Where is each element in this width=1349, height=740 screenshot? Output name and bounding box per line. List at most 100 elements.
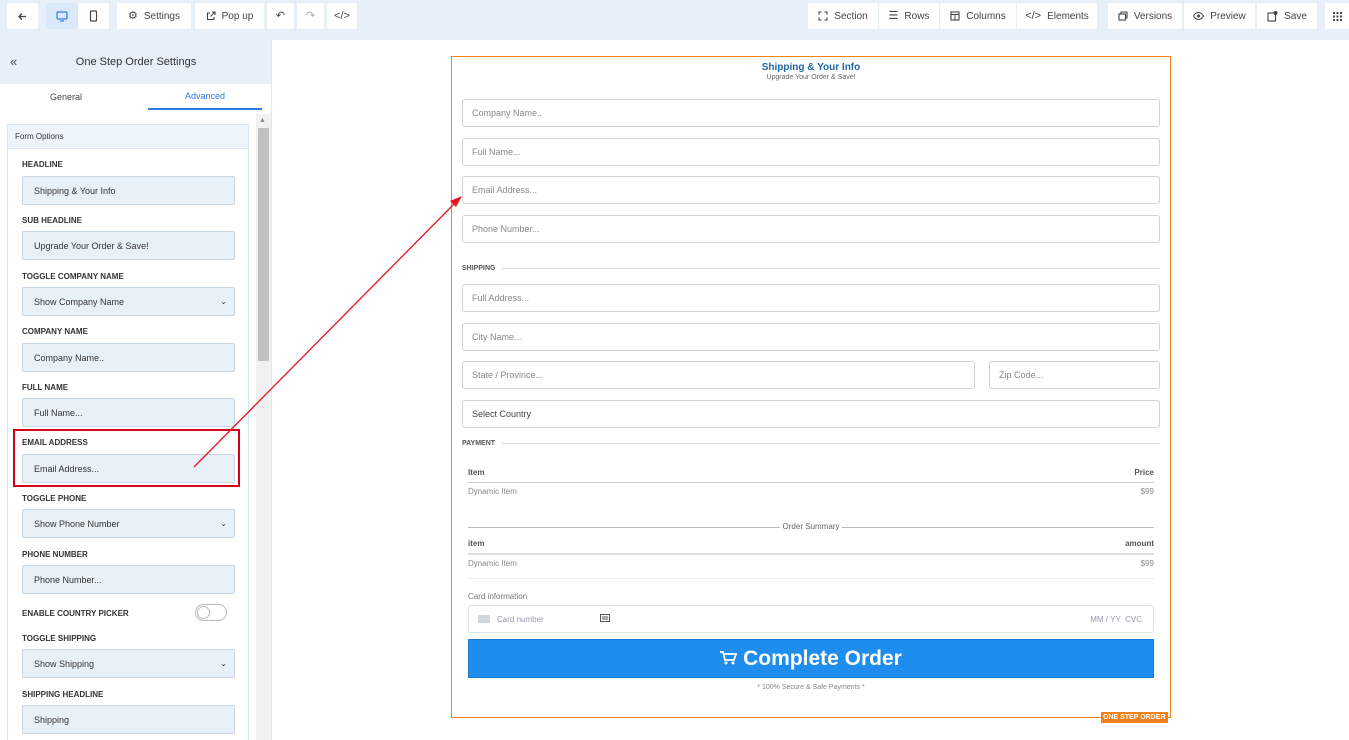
sidebar-scrollbar[interactable]: ▲ [256, 114, 271, 740]
company-name-field[interactable]: Company Name.. [462, 99, 1160, 127]
card-input[interactable]: Card number MM / YY CVC [468, 605, 1154, 633]
sub-headline-input[interactable]: Upgrade Your Order & Save! [22, 231, 235, 260]
table-row: Dynamic Item $99 [468, 559, 1154, 568]
order-summary-label-wrap: Order Summary [452, 522, 1170, 531]
field-label: TOGGLE PHONE [22, 494, 87, 503]
tab-general[interactable]: General [4, 84, 128, 110]
divider [468, 553, 1154, 555]
country-picker-toggle[interactable] [195, 604, 227, 621]
company-name-input[interactable]: Company Name.. [22, 343, 235, 372]
summary-item-amount: $99 [1140, 559, 1154, 568]
field-label: HEADLINE [22, 160, 63, 169]
phone-field[interactable]: Phone Number... [462, 215, 1160, 243]
item-name: Dynamic Item [468, 487, 517, 496]
code-button[interactable]: </> [327, 3, 357, 29]
top-toolbar: ⚙ Settings Pop up ↶ ↷ </> Section ☰ Rows… [0, 0, 1349, 40]
settings-label: Settings [143, 10, 180, 22]
address-field[interactable]: Full Address... [462, 284, 1160, 312]
toggle-shipping-select[interactable]: Show Shipping ⌄ [22, 649, 235, 678]
table-row: Dynamic Item $99 [468, 487, 1154, 496]
chevron-down-icon: ⌄ [220, 297, 227, 306]
save-label: Save [1284, 10, 1307, 22]
code-icon: </> [334, 9, 350, 22]
preview-label: Preview [1210, 10, 1246, 22]
select-value: Show Shipping [34, 658, 95, 669]
select-value: Show Company Name [34, 296, 125, 307]
select-value: Show Phone Number [34, 518, 120, 529]
item-price: $99 [1140, 487, 1154, 496]
gears-icon: ⚙ [127, 9, 138, 22]
versions-button[interactable]: Versions [1108, 3, 1182, 29]
form-headline: Shipping & Your Info [761, 62, 861, 73]
rows-button[interactable]: ☰ Rows [879, 3, 939, 29]
form-subheadline: Upgrade Your Order & Save! [766, 74, 856, 81]
state-field[interactable]: State / Province... [462, 361, 975, 389]
popup-button[interactable]: Pop up [195, 3, 264, 29]
elements-label: Elements [1047, 10, 1089, 22]
summary-header-item: item [468, 539, 485, 548]
headline-input[interactable]: Shipping & Your Info [22, 176, 235, 205]
secure-note: * 100% Secure & Safe Payments * [757, 684, 865, 691]
payment-label: PAYMENT [462, 439, 496, 447]
section-button[interactable]: Section [808, 3, 878, 29]
items-header-item: Item [468, 468, 485, 477]
summary-header-amount: amount [1125, 539, 1154, 548]
email-field[interactable]: Email Address... [462, 176, 1160, 204]
rows-icon: ☰ [888, 9, 899, 22]
one-step-order-badge: ONE STEP ORDER [1101, 712, 1168, 723]
back-button[interactable] [7, 3, 38, 29]
field-label: FULL NAME [22, 383, 69, 392]
toggle-company-select[interactable]: Show Company Name ⌄ [22, 287, 235, 316]
columns-label: Columns [966, 10, 1006, 22]
save-button[interactable]: Save [1257, 3, 1317, 29]
apps-grid-button[interactable] [1325, 3, 1349, 29]
field-label: SUB HEADLINE [22, 216, 83, 225]
card-info-label: Card information [468, 592, 528, 601]
shipping-headline-input[interactable]: Shipping [22, 705, 235, 734]
versions-icon [1118, 11, 1128, 21]
full-name-field[interactable]: Full Name... [462, 138, 1160, 166]
preview-button[interactable]: Preview [1184, 3, 1255, 29]
divider [468, 482, 1154, 483]
complete-order-button[interactable]: Complete Order [468, 639, 1154, 678]
toggle-phone-select[interactable]: Show Phone Number ⌄ [22, 509, 235, 538]
mobile-icon [89, 10, 98, 22]
grid-icon [1332, 11, 1342, 21]
undo-button[interactable]: ↶ [267, 3, 294, 29]
field-label: ENABLE COUNTRY PICKER [22, 609, 129, 618]
city-field[interactable]: City Name... [462, 323, 1160, 351]
items-header-price: Price [1134, 468, 1154, 477]
settings-button[interactable]: ⚙ Settings [117, 3, 191, 29]
columns-button[interactable]: Columns [940, 3, 1016, 29]
redo-button[interactable]: ↷ [297, 3, 324, 29]
field-label: TOGGLE SHIPPING [22, 634, 97, 643]
mobile-view-button[interactable] [78, 3, 109, 29]
chevron-down-icon: ⌄ [220, 519, 227, 528]
full-name-input[interactable]: Full Name... [22, 398, 235, 427]
zip-field[interactable]: Zip Code... [989, 361, 1160, 389]
popup-label: Pop up [221, 10, 254, 22]
double-chevron-left-icon[interactable]: « [10, 54, 17, 69]
expand-icon [818, 11, 828, 21]
payment-divider: PAYMENT [462, 437, 1160, 449]
elements-code-icon: </> [1025, 9, 1042, 22]
scroll-up-arrow-icon[interactable]: ▲ [259, 117, 266, 124]
tab-advanced[interactable]: Advanced [148, 84, 262, 110]
versions-label: Versions [1133, 10, 1173, 22]
order-summary-label: Order Summary [779, 522, 843, 531]
one-step-order-form[interactable]: Shipping & Your Info Upgrade Your Order … [451, 56, 1171, 723]
chevron-down-icon: ⌄ [220, 659, 227, 668]
phone-number-input[interactable]: Phone Number... [22, 565, 235, 594]
elements-button[interactable]: </> Elements [1017, 3, 1097, 29]
card-number-placeholder: Card number [497, 615, 544, 624]
settings-sidebar: « One Step Order Settings General Advanc… [0, 40, 272, 740]
scrollbar-thumb[interactable] [258, 128, 269, 361]
desktop-view-button[interactable] [46, 3, 78, 29]
rows-label: Rows [904, 10, 930, 22]
country-select[interactable]: Select Country [462, 400, 1160, 428]
cart-icon [720, 647, 738, 671]
shipping-divider: SHIPPING [462, 262, 1160, 274]
annotation-highlight-box [13, 429, 240, 487]
card-icon [600, 614, 610, 624]
field-label: TOGGLE COMPANY NAME [22, 272, 124, 281]
